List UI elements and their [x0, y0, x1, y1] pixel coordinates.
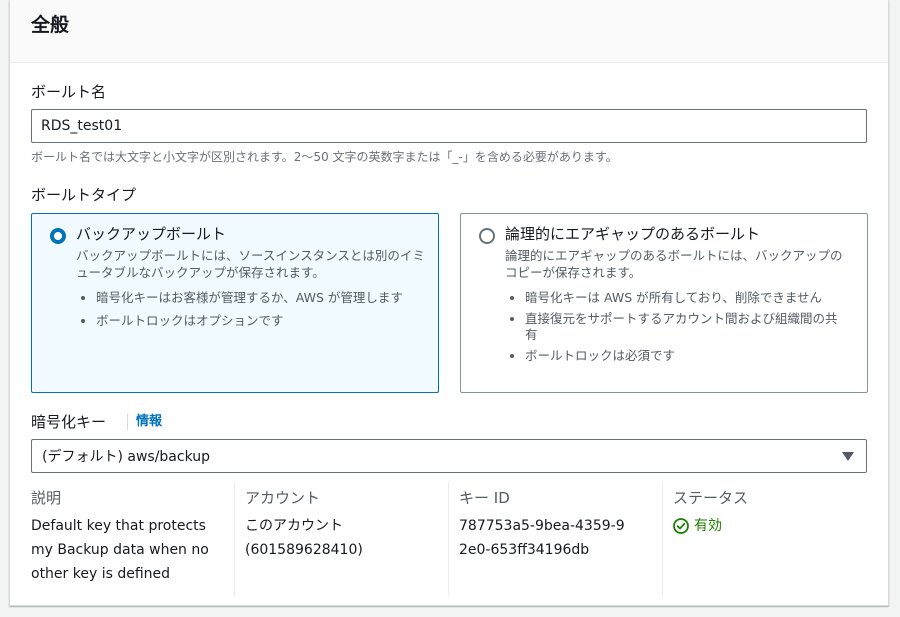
- option-bullet: ボールトロックはオプションです: [96, 313, 456, 329]
- key-description-column: 説明 Default key that protects my Backup d…: [31, 487, 243, 597]
- option-bullet: 直接復元をサポートするアカウント間および組織間の共有: [525, 311, 845, 343]
- radio-unselected-icon[interactable]: [479, 228, 495, 244]
- option-bullet: 暗号化キーはお客様が管理するか、AWS が管理します: [96, 290, 456, 306]
- status-value: 有効: [694, 518, 722, 534]
- caret-down-icon[interactable]: [842, 452, 854, 461]
- option-title: バックアップボールト: [76, 225, 227, 243]
- key-id-label: キー ID: [459, 489, 510, 507]
- label-divider: [127, 414, 128, 430]
- select-value: (デフォルト) aws/backup: [42, 449, 211, 465]
- encryption-key-label: 暗号化キー: [31, 413, 107, 431]
- vault-name-label: ボールト名: [31, 83, 107, 101]
- account-label: アカウント: [245, 489, 321, 507]
- option-bullet: 暗号化キーは AWS が所有しており、削除できません: [525, 290, 845, 306]
- radio-selected-icon[interactable]: [50, 228, 66, 244]
- vault-type-option-backup[interactable]: バックアップボールト バックアップボールトには、ソースインスタンスとは別のイミュ…: [31, 213, 439, 393]
- vault-name-hint: ボールト名では大文字と小文字が区別されます。2～50 文字の英数字または「_-」…: [31, 150, 618, 164]
- option-description: 論理的にエアギャップのあるボールトには、バックアップのコピーが保存されます。: [505, 248, 843, 280]
- section-title: 全般: [31, 14, 70, 36]
- column-divider: [234, 482, 235, 596]
- check-circle-icon: [673, 518, 689, 534]
- encryption-key-select[interactable]: (デフォルト) aws/backup: [31, 439, 867, 473]
- description-value: Default key that protects my Backup data…: [31, 518, 209, 582]
- option-bullet-list: 暗号化キーは AWS が所有しており、削除できません 直接復元をサポートするアカ…: [505, 290, 845, 371]
- key-status-column: ステータス 有効: [673, 487, 885, 597]
- general-settings-panel: 全般 ボールト名 RDS_test01 ボールト名では大文字と小文字が区別されま…: [9, 0, 889, 606]
- panel-header: 全般: [10, 0, 888, 63]
- key-id-value: 787753a5-9bea-4359-92e0-653ff34196db: [459, 518, 625, 558]
- account-value: このアカウント (601589628410): [245, 514, 435, 562]
- vault-name-input[interactable]: RDS_test01: [31, 109, 867, 143]
- info-link[interactable]: 情報: [136, 412, 162, 432]
- account-id: (601589628410): [245, 542, 363, 558]
- option-description: バックアップボールトには、ソースインスタンスとは別のイミュータブルなバックアップ…: [76, 248, 425, 280]
- option-title: 論理的にエアギャップのあるボールト: [505, 225, 761, 243]
- option-bullet: ボールトロックは必須です: [525, 348, 845, 364]
- vault-type-label: ボールトタイプ: [31, 186, 137, 204]
- column-divider: [448, 482, 449, 596]
- option-bullet-list: 暗号化キーはお客様が管理するか、AWS が管理します ボールトロックはオプション…: [76, 290, 456, 336]
- status-label: ステータス: [673, 489, 749, 507]
- column-divider: [662, 482, 663, 596]
- description-label: 説明: [31, 489, 62, 507]
- status-indicator: 有効: [673, 514, 885, 538]
- key-account-column: アカウント このアカウント (601589628410): [245, 487, 457, 597]
- key-id-column: キー ID 787753a5-9bea-4359-92e0-653ff34196…: [459, 487, 671, 597]
- vault-type-option-air-gapped[interactable]: 論理的にエアギャップのあるボールト 論理的にエアギャップのあるボールトには、バッ…: [460, 213, 868, 393]
- account-name: このアカウント: [245, 518, 343, 534]
